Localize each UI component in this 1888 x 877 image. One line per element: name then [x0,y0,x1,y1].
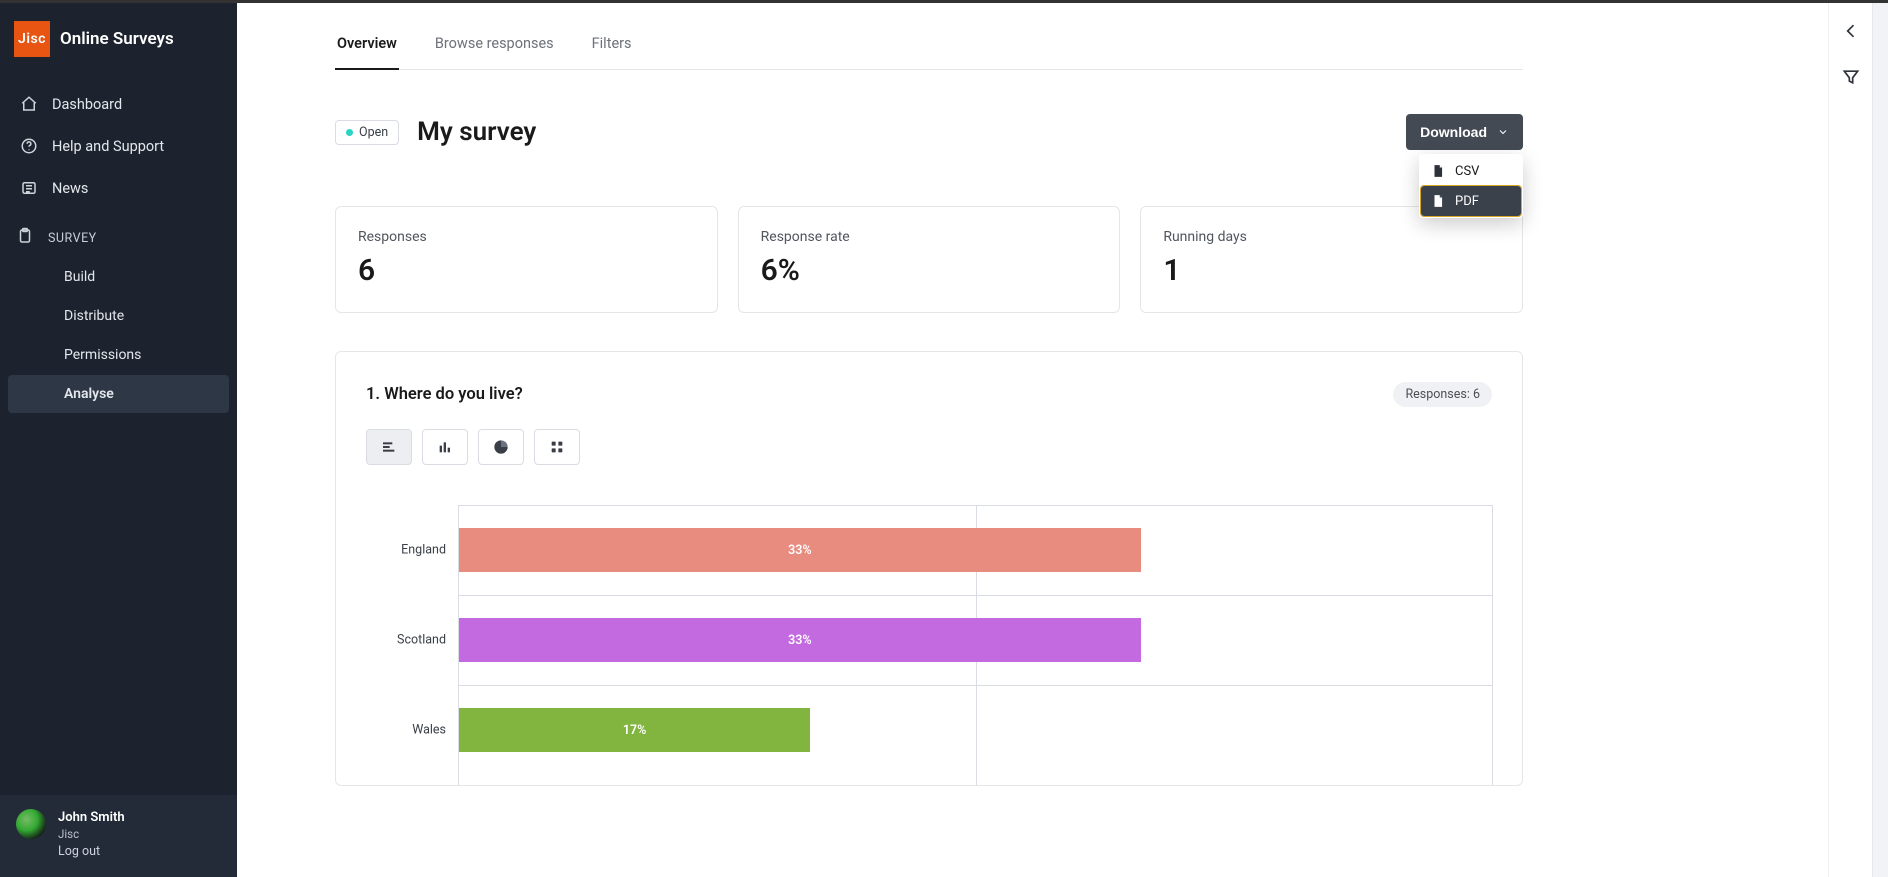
question-header: 1. Where do you live? Responses: 6 [366,382,1492,407]
tabs: Overview Browse responses Filters [335,3,1523,70]
chart-yaxis: England Scotland Wales [366,505,458,785]
download-option-csv[interactable]: CSV [1421,156,1521,186]
question-title: 1. Where do you live? [366,385,523,404]
download-option-pdf[interactable]: PDF [1421,186,1521,216]
status-label: Open [359,125,388,140]
nav-news[interactable]: News [4,167,233,209]
title-row: Open My survey Download CSV [335,70,1523,150]
avatar[interactable] [16,809,46,839]
chart-category-label: England [401,543,446,558]
clipboard-icon [16,227,34,249]
brand-title: Online Surveys [60,29,174,49]
chart-plot: 33% 33% 17% [458,505,1492,785]
chart-bar-label: 17% [623,723,647,738]
chart-category-label: Wales [412,723,446,738]
responses-badge: Responses: 6 [1393,382,1492,407]
nav-item-label: Help and Support [52,138,164,155]
download-button-label: Download [1420,124,1487,140]
nav-help[interactable]: Help and Support [4,125,233,167]
help-icon [20,137,38,155]
stat-value: 6% [761,253,1098,288]
nav-item-label: Dashboard [52,96,122,113]
download-option-label: PDF [1455,194,1479,209]
user-name: John Smith [58,809,125,827]
pie-icon [493,439,509,455]
chart-type-selector [366,429,1492,465]
scrollbar[interactable] [1872,3,1888,877]
file-csv-icon [1431,163,1445,179]
chart-category-label: Scotland [397,633,446,648]
home-icon [20,95,38,113]
subnav-permissions[interactable]: Permissions [8,336,229,374]
user-block: John Smith Jisc Log out [58,809,125,861]
download-button[interactable]: Download [1406,114,1523,150]
chart-type-grid[interactable] [534,429,580,465]
chart-type-pie[interactable] [478,429,524,465]
vbar-icon [437,439,453,455]
sidebar-header: Jisc Online Surveys [0,3,237,79]
question-card: 1. Where do you live? Responses: 6 [335,351,1523,786]
user-org: Jisc [58,827,125,843]
stat-label: Running days [1163,229,1500,245]
file-pdf-icon [1431,193,1445,209]
chart-type-vbar[interactable] [422,429,468,465]
nav-dashboard[interactable]: Dashboard [4,83,233,125]
tab-filters[interactable]: Filters [590,35,634,70]
tab-browse-responses[interactable]: Browse responses [433,35,556,70]
brand-logo: Jisc [14,21,50,57]
primary-nav: Dashboard Help and Support News SURVEY [0,79,237,418]
stat-value: 6 [358,253,695,288]
chevron-down-icon [1497,126,1509,138]
chart-bar: 33% [459,528,1141,572]
subnav-analyse[interactable]: Analyse [8,375,229,413]
main-content: Overview Browse responses Filters Open M… [237,3,1828,877]
chart-bar-label: 33% [788,633,812,648]
nav-section-survey: SURVEY [0,209,237,257]
chart-type-hbar[interactable] [366,429,412,465]
chart-area: England Scotland Wales 33% [366,505,1492,785]
chart-bar-label: 33% [788,543,812,558]
stat-running-days: Running days 1 [1140,206,1523,313]
sidebar-footer: John Smith Jisc Log out [0,795,237,877]
chevron-left-icon[interactable] [1841,21,1861,41]
stat-responses: Responses 6 [335,206,718,313]
download-option-label: CSV [1455,164,1479,179]
chart-bar: 17% [459,708,810,752]
tab-overview[interactable]: Overview [335,35,399,70]
stat-label: Response rate [761,229,1098,245]
logout-link[interactable]: Log out [58,844,125,861]
news-icon [20,179,38,197]
grid-icon [549,439,565,455]
right-rail [1828,3,1872,877]
page-title: My survey [417,117,536,147]
download-menu: Download CSV PDF [1406,114,1523,150]
stat-response-rate: Response rate 6% [738,206,1121,313]
chart-bar: 33% [459,618,1141,662]
section-label: SURVEY [48,231,97,246]
filter-icon[interactable] [1841,67,1861,87]
stats-grid: Responses 6 Response rate 6% Running day… [335,206,1523,313]
stat-value: 1 [1163,253,1500,288]
stat-label: Responses [358,229,695,245]
nav-item-label: News [52,180,88,197]
subnav-build[interactable]: Build [8,258,229,296]
download-dropdown: CSV PDF [1419,154,1523,218]
hbar-icon [381,439,397,455]
status-dot-icon [346,129,353,136]
status-badge: Open [335,120,399,145]
subnav-distribute[interactable]: Distribute [8,297,229,335]
sidebar: Jisc Online Surveys Dashboard Help and S… [0,3,237,877]
